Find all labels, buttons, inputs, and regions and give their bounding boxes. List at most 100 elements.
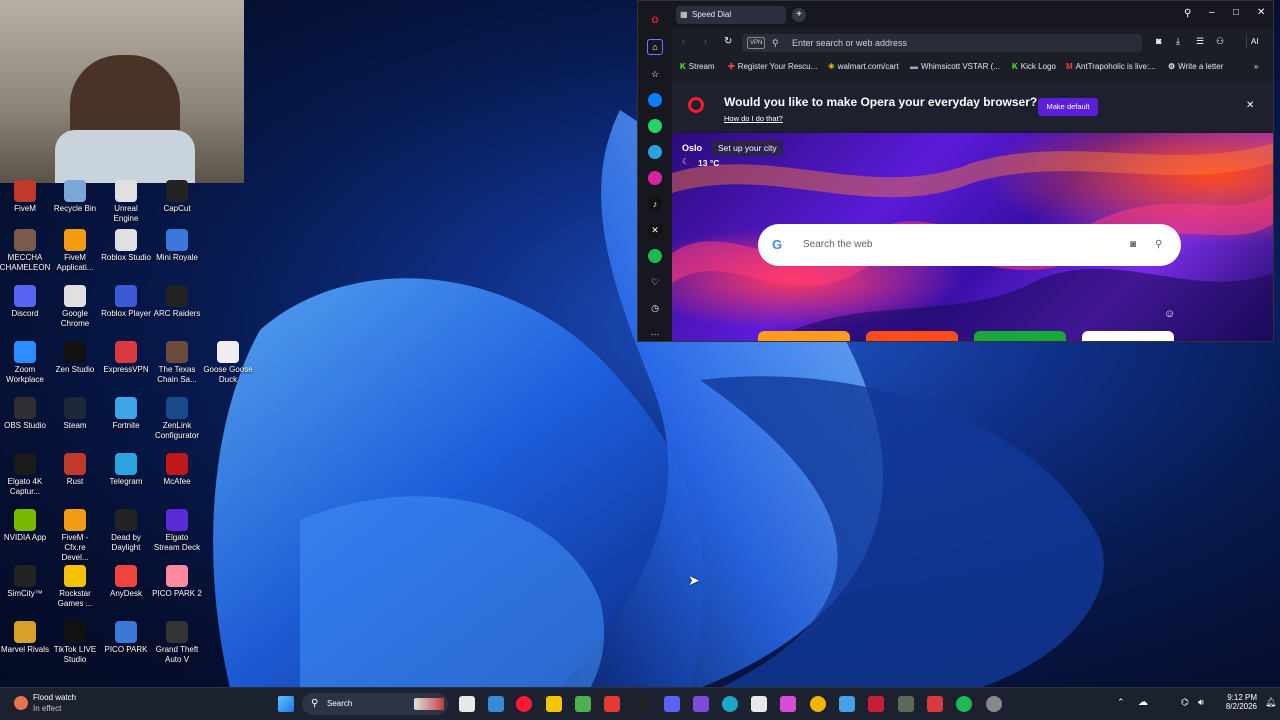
new-tab-button[interactable]: +: [792, 8, 806, 22]
telegram-icon[interactable]: [648, 145, 662, 159]
desktop-icon[interactable]: Unreal Engine: [101, 180, 151, 224]
adobe-app-icon[interactable]: [868, 696, 884, 712]
desktop-icon[interactable]: SimCity™: [0, 565, 50, 599]
desktop-icon[interactable]: Telegram: [101, 453, 151, 487]
desktop-icon[interactable]: Zen Studio: [50, 341, 100, 375]
desktop-icon[interactable]: Goose Goose Duck: [203, 341, 253, 385]
desktop-icon[interactable]: Steam: [50, 397, 100, 431]
desktop-icon[interactable]: FiveM Applicati...: [50, 229, 100, 273]
desktop-icon[interactable]: MECCHA CHAMELEON: [0, 229, 50, 273]
profile-icon[interactable]: ⚇: [1216, 36, 1224, 47]
whatsapp-icon[interactable]: [648, 119, 662, 133]
history-icon[interactable]: ◷: [648, 301, 662, 315]
desktop-icon[interactable]: Mini Royale: [152, 229, 202, 263]
speed-dial-tile[interactable]: [974, 331, 1066, 341]
start-button[interactable]: [278, 696, 294, 712]
forward-icon[interactable]: ›: [704, 36, 707, 46]
desktop-icon[interactable]: FiveM: [0, 180, 50, 214]
expressvpn-taskbar-icon[interactable]: [927, 696, 943, 712]
desktop-icon[interactable]: ZenLink Configurator: [152, 397, 202, 441]
make-default-button[interactable]: Make default: [1038, 98, 1098, 116]
desktop-icon[interactable]: NVIDIA App: [0, 509, 50, 543]
desktop-icon[interactable]: Elgato 4K Captur...: [0, 453, 50, 497]
desktop-icon[interactable]: OBS Studio: [0, 397, 50, 431]
photos-icon[interactable]: [839, 696, 855, 712]
desktop-icon[interactable]: PICO PARK: [101, 621, 151, 655]
camera-icon[interactable]: ◙: [1156, 36, 1161, 46]
menu-icon[interactable]: ☰: [1196, 36, 1204, 47]
x-icon[interactable]: ✕: [648, 223, 662, 237]
youtube-app-icon[interactable]: [604, 696, 620, 712]
speed-dial-tile[interactable]: [866, 331, 958, 341]
desktop-icon[interactable]: Grand Theft Auto V: [152, 621, 202, 665]
elgato-4k-icon[interactable]: [634, 696, 650, 712]
desktop-icon[interactable]: Marvel Rivals: [0, 621, 50, 655]
desktop-icon[interactable]: Fortnite: [101, 397, 151, 431]
bookmark-item[interactable]: ✚ Register Your Rescu...: [728, 62, 817, 71]
banner-close-icon[interactable]: ✕: [1246, 100, 1254, 111]
speed-dial-tile[interactable]: [758, 331, 850, 341]
opera-taskbar-icon[interactable]: [516, 696, 532, 712]
weather-widget[interactable]: Flood watch In effect: [12, 693, 102, 715]
desktop-icon[interactable]: CapCut: [152, 180, 202, 214]
desktop-icon[interactable]: TikTok LIVE Studio: [50, 621, 100, 665]
spotify-taskbar-icon[interactable]: [956, 696, 972, 712]
clapperboard-app-icon[interactable]: [693, 696, 709, 712]
home-icon[interactable]: ⌂: [647, 39, 663, 55]
desktop-icon[interactable]: ARC Raiders: [152, 285, 202, 319]
speed-dial-tile[interactable]: [1082, 331, 1174, 341]
banner-help-link[interactable]: How do I do that?: [724, 114, 783, 123]
image-search-icon[interactable]: ◙: [1130, 224, 1136, 266]
desktop-icon[interactable]: Roblox Studio: [101, 229, 151, 263]
copilot-icon[interactable]: [780, 696, 796, 712]
emoji-icon[interactable]: ☺: [1164, 308, 1175, 320]
desktop-icon[interactable]: AnyDesk: [101, 565, 151, 599]
desktop-icon[interactable]: The Texas Chain Sa...: [152, 341, 202, 385]
tab-speed-dial[interactable]: ▦ Speed Dial: [676, 6, 786, 24]
desktop-icon[interactable]: FiveM - Cfx.re Devel...: [50, 509, 100, 563]
download-icon[interactable]: ⤓: [1176, 36, 1180, 47]
game-app-icon[interactable]: [898, 696, 914, 712]
vpn-badge[interactable]: VPN: [747, 37, 766, 49]
volume-icon[interactable]: 🔊︎: [1198, 697, 1204, 708]
desktop-icon[interactable]: Zoom Workplace: [0, 341, 50, 385]
desktop-icon[interactable]: Discord: [0, 285, 50, 319]
settings-icon[interactable]: [986, 696, 1002, 712]
instagram-icon[interactable]: [648, 171, 662, 185]
taskbar-search-box[interactable]: ⚲ Search: [302, 693, 448, 715]
tiktok-icon[interactable]: ♪: [648, 197, 662, 211]
desktop-icon[interactable]: Rust: [50, 453, 100, 487]
spotify-icon[interactable]: [648, 249, 662, 263]
notification-bell-icon[interactable]: 🔔︎: [1265, 697, 1276, 708]
heart-icon[interactable]: ♡: [648, 275, 662, 289]
google-search-box[interactable]: G Search the web ◙ ⚲: [758, 224, 1181, 266]
screen-app-icon[interactable]: [488, 696, 504, 712]
minimize-button[interactable]: –: [1209, 7, 1215, 18]
discord-taskbar-icon[interactable]: [664, 696, 680, 712]
opera-browser-window[interactable]: O ⌂ ☆ ♪ ✕ ♡ ◷ ··· ▦ Speed Dial + ⚲ – □ ✕…: [637, 0, 1274, 342]
edge-icon[interactable]: [722, 696, 738, 712]
store-icon[interactable]: [751, 696, 767, 712]
wifi-icon[interactable]: ⌬: [1181, 697, 1189, 708]
desktop-icon[interactable]: Rockstar Games ...: [50, 565, 100, 609]
reload-icon[interactable]: ↻: [724, 36, 732, 47]
bookmarks-more-icon[interactable]: »: [1254, 62, 1258, 71]
desktop-icon[interactable]: ExpressVPN: [101, 341, 151, 375]
desktop-icon[interactable]: Dead by Daylight: [101, 509, 151, 553]
aria-ai-button[interactable]: AI: [1246, 35, 1263, 48]
desktop-icon[interactable]: Roblox Player: [101, 285, 151, 319]
bookmark-item[interactable]: ▬ Whimsicott VSTAR (...: [910, 62, 1000, 71]
desktop-icon[interactable]: PICO PARK 2: [152, 565, 202, 599]
star-icon[interactable]: ☆: [648, 67, 662, 81]
taskview-icon[interactable]: [459, 696, 475, 712]
maximize-button[interactable]: □: [1233, 7, 1239, 18]
opera-logo-icon[interactable]: O: [648, 13, 662, 27]
bookmark-item[interactable]: K Stream: [680, 62, 715, 71]
desktop-icon[interactable]: Recycle Bin: [50, 180, 100, 214]
desktop-icon[interactable]: Elgato Stream Deck: [152, 509, 202, 553]
bookmark-item[interactable]: K Kick Logo: [1012, 62, 1056, 71]
address-bar[interactable]: VPN ⚲ Enter search or web address: [742, 34, 1142, 52]
bookmark-item[interactable]: ⚙ Write a letter: [1168, 62, 1223, 71]
clock[interactable]: 9:12 PM 8/2/2026: [1215, 693, 1257, 711]
close-window-button[interactable]: ✕: [1257, 7, 1265, 18]
